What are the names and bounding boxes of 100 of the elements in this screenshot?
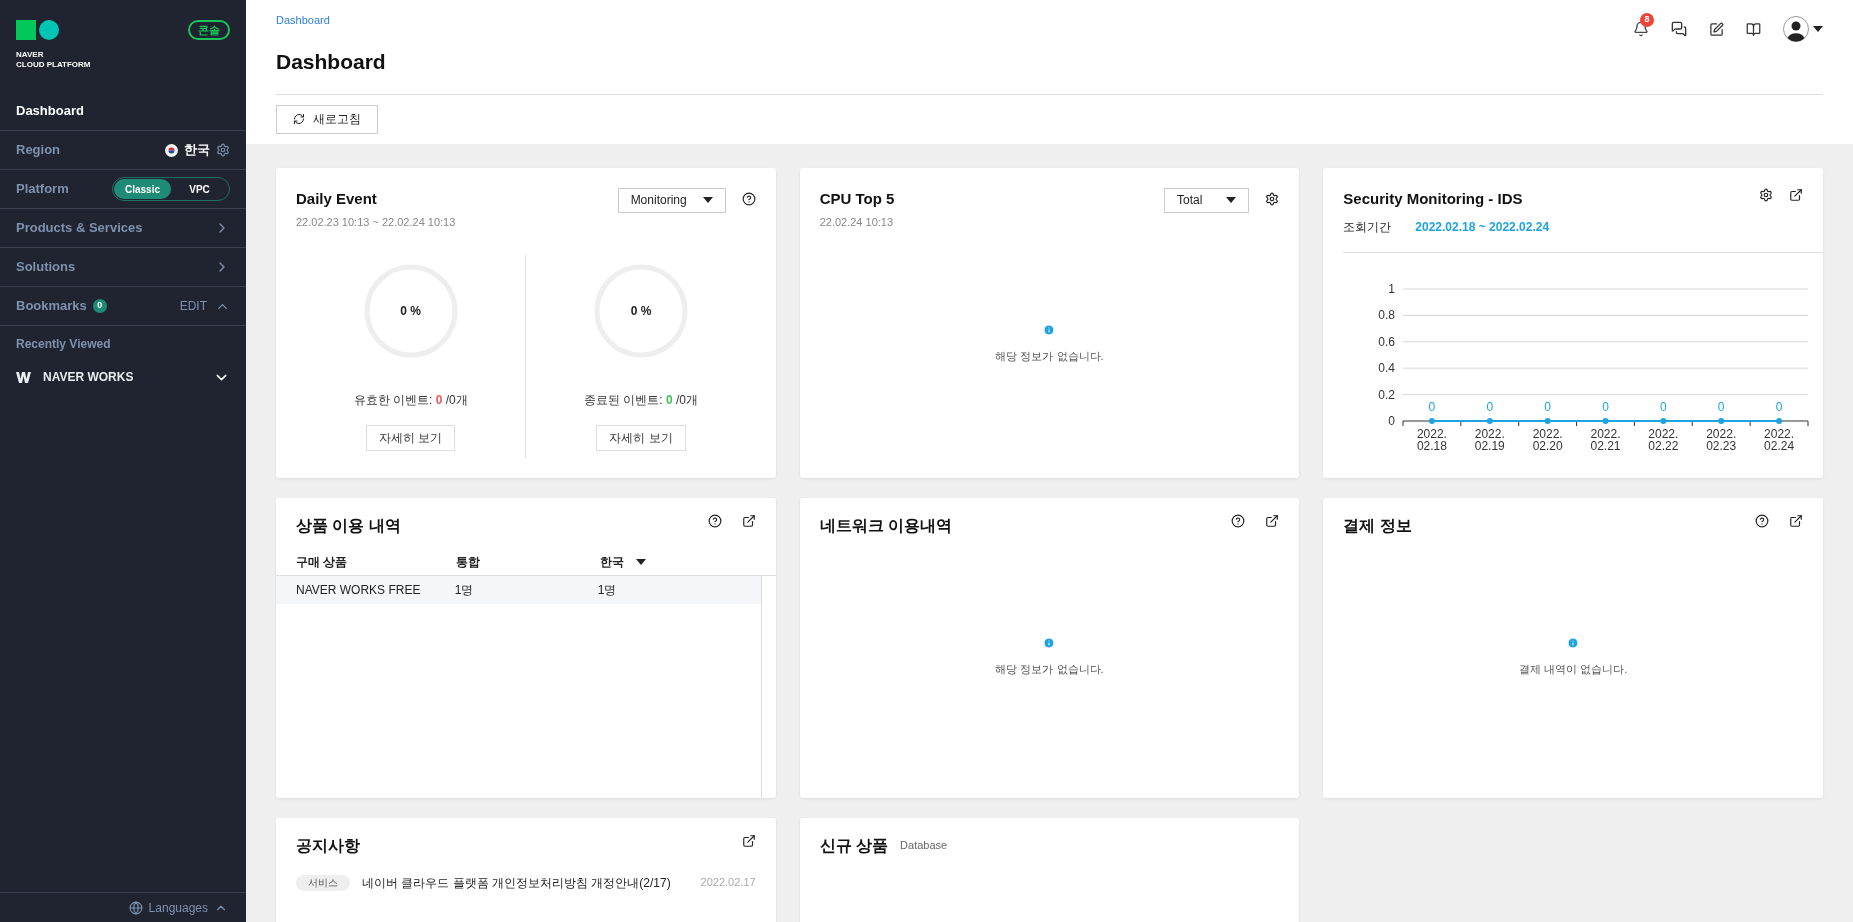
languages-link[interactable]: Languages (148, 898, 208, 917)
period-value: 2022.02.18 ~ 2022.02.24 (1415, 219, 1550, 236)
details-button[interactable]: 자세히 보기 (366, 424, 456, 451)
total-dropdown[interactable]: Total (1163, 187, 1250, 213)
help-icon[interactable] (1755, 513, 1769, 528)
bell-icon[interactable] (1633, 21, 1649, 37)
external-link-icon[interactable] (741, 513, 756, 528)
monitoring-dropdown[interactable]: Monitoring (617, 187, 726, 213)
data-label: 0 (1718, 400, 1725, 414)
recent-item[interactable]: NAVER WORKS (43, 368, 134, 386)
sidebar-label: Platform (16, 180, 69, 199)
column-header: 통합 (456, 554, 480, 571)
external-link-icon[interactable] (1789, 513, 1803, 528)
details-button[interactable]: 자세히 보기 (596, 424, 686, 451)
page-title: Dashboard (276, 46, 1823, 95)
gauge-percent: 0 % (630, 302, 652, 320)
x-tick-label: 2022. 02.20 (1532, 427, 1563, 453)
data-label: 0 (1486, 400, 1494, 414)
globe-icon (128, 900, 143, 915)
card-title: 신규 상품 (819, 835, 889, 856)
region-value[interactable]: 한국 (184, 140, 210, 160)
x-tick-label: 2022. 02.21 (1590, 427, 1621, 453)
y-tick-label: 0.2 (1378, 387, 1396, 402)
sidebar-label[interactable]: Bookmarks (16, 296, 87, 316)
data-point (1487, 418, 1494, 424)
period-label: 조회기간 (1343, 219, 1392, 236)
notice-date: 2022.02.17 (700, 875, 756, 891)
data-point (1429, 418, 1436, 424)
empty-message: 결제 내역이 없습니다. (1519, 662, 1628, 678)
refresh-icon (293, 113, 305, 125)
sidebar-item[interactable]: Dashboard (16, 101, 84, 121)
platform-option[interactable]: VPC (171, 179, 228, 199)
notice-link[interactable]: 네이버 클라우드 플랫폼 개인정보처리방침 개정안내(2/17) (362, 873, 689, 892)
table-cell-text: 1명 (597, 581, 618, 599)
console-badge: 콘솔 (188, 20, 230, 40)
help-icon[interactable] (1231, 513, 1246, 528)
y-tick-label: 0 (1388, 414, 1396, 428)
sidebar-item[interactable]: Solutions (16, 257, 76, 277)
section-heading: Recently Viewed (16, 336, 111, 353)
x-tick-label: 2022. 02.23 (1706, 427, 1737, 453)
logo-icon (16, 20, 60, 42)
caret-icon (1813, 26, 1823, 32)
help-icon[interactable] (707, 513, 722, 528)
caret-icon (1226, 197, 1237, 203)
empty-message: 해당 정보가 없습니다. (995, 662, 1104, 678)
y-tick-label: 0.8 (1378, 308, 1396, 323)
event-count: 유효한 이벤트: 0 /0개 (353, 391, 468, 409)
help-icon[interactable] (741, 191, 756, 206)
logo-text: CLOUD PLATFORM (16, 60, 91, 70)
card-title: Daily Event (296, 188, 378, 209)
data-label: 0 (1428, 400, 1436, 414)
empty-message: 해당 정보가 없습니다. (995, 348, 1104, 364)
card-title: CPU Top 5 (819, 188, 895, 209)
external-link-icon[interactable] (1789, 187, 1803, 202)
info-icon (1043, 637, 1056, 650)
table-row[interactable]: NAVER WORKS FREE 1명 1명 (276, 575, 761, 604)
category-tag: 서비스 (296, 874, 350, 891)
book-icon[interactable] (1746, 21, 1761, 37)
avatar-icon[interactable] (1783, 16, 1809, 42)
card-title: 결제 정보 (1343, 515, 1412, 536)
y-tick-label: 0.6 (1378, 334, 1396, 349)
caret-icon (636, 559, 646, 565)
breadcrumb-link[interactable]: Dashboard (276, 12, 330, 29)
table-cell-text: NAVER WORKS FREE (296, 581, 422, 599)
w-logo-icon (16, 371, 31, 383)
refresh-button[interactable]: 새로고침 (276, 104, 378, 134)
sidebar-item[interactable]: Products & Services (16, 218, 143, 238)
x-tick-label: 2022. 02.24 (1764, 427, 1795, 453)
y-tick-label: 0.4 (1378, 361, 1396, 376)
x-tick-label: 2022. 02.22 (1648, 427, 1679, 453)
data-point (1544, 418, 1551, 424)
data-point (1718, 418, 1725, 424)
data-label: 0 (1660, 400, 1668, 414)
data-label: 0 (1544, 400, 1552, 414)
gauge-percent: 0 % (400, 302, 421, 320)
external-link-icon[interactable] (741, 833, 756, 848)
data-point (1660, 418, 1667, 424)
card-title: Security Monitoring - IDS (1343, 188, 1523, 209)
external-link-icon[interactable] (1265, 513, 1280, 528)
y-tick-label: 1 (1388, 282, 1396, 296)
column-header[interactable]: 한국 (600, 553, 624, 571)
flag-icon (165, 143, 178, 157)
card-title: 네트워크 이용내역 (819, 515, 953, 536)
chat-icon[interactable] (1671, 21, 1687, 37)
platform-option[interactable]: Classic (114, 179, 171, 199)
event-count: 종료된 이벤트: 0 /0개 (583, 391, 698, 409)
caret-icon (702, 197, 713, 203)
info-icon (1567, 637, 1580, 650)
memo-icon[interactable] (1709, 21, 1724, 37)
data-label: 0 (1776, 400, 1783, 414)
card-title: 공지사항 (296, 835, 360, 856)
settings-icon[interactable] (1759, 187, 1773, 202)
table-cell-text: 1명 (454, 581, 475, 599)
logo-text: NAVER (16, 50, 45, 60)
settings-icon[interactable] (1265, 191, 1280, 206)
sidebar-label: Region (16, 141, 61, 160)
edit-link[interactable]: EDIT (179, 297, 207, 315)
x-tick-label: 2022. 02.18 (1417, 427, 1448, 453)
count-badge: 0 (92, 299, 107, 313)
notification-badge: 8 (1640, 13, 1654, 27)
